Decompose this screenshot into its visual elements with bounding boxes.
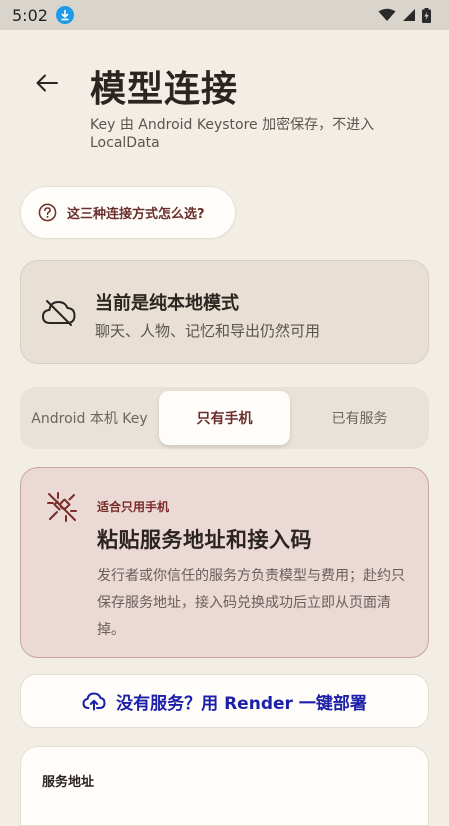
status-left: 5:02	[12, 6, 74, 25]
back-button[interactable]	[24, 60, 70, 106]
tab-android-key[interactable]: Android 本机 Key	[20, 387, 159, 449]
help-circle-icon	[38, 203, 57, 222]
deploy-label: 没有服务？用 Render 一键部署	[116, 693, 367, 714]
page-subtitle: Key 由 Android Keystore 加密保存，不进入 LocalDat…	[90, 117, 375, 151]
option-title: 粘贴服务地址和接入码	[97, 528, 312, 552]
service-address-label: 服务地址	[42, 775, 95, 790]
mode-description: 聊天、人物、记忆和导出仍然可用	[95, 322, 321, 340]
connection-mode-tabs: Android 本机 Key 只有手机 已有服务	[20, 387, 429, 449]
mode-title: 当前是纯本地模式	[95, 293, 239, 314]
page-title: 模型连接	[90, 69, 239, 110]
status-right	[378, 7, 431, 23]
tab-existing-service[interactable]: 已有服务	[290, 387, 429, 449]
phone-only-card: 适合只用手机 粘贴服务地址和接入码 发行者或你信任的服务方负责模型与费用；赴约只…	[20, 467, 429, 658]
option-description: 发行者或你信任的服务方负责模型与费用；赴约只保存服务地址，接入码兑换成功后立即从…	[97, 568, 405, 638]
back-arrow-icon	[36, 74, 58, 92]
cloud-off-icon	[42, 300, 76, 326]
service-address-card: 服务地址	[20, 746, 429, 826]
tab-phone-only[interactable]: 只有手机	[159, 391, 290, 445]
mode-status-card: 当前是纯本地模式 聊天、人物、记忆和导出仍然可用	[20, 260, 429, 364]
signal-icon	[403, 9, 415, 21]
battery-icon	[422, 7, 431, 23]
wifi-icon	[378, 8, 396, 21]
render-deploy-button[interactable]: 没有服务？用 Render 一键部署	[20, 674, 429, 728]
help-chip-label: 这三种连接方式怎么选?	[67, 207, 205, 222]
header: 模型连接 Key 由 Android Keystore 加密保存，不进入 Loc…	[0, 30, 449, 180]
download-icon	[55, 6, 74, 24]
cloud-upload-icon	[82, 692, 106, 711]
help-chip[interactable]: 这三种连接方式怎么选?	[20, 186, 236, 239]
status-bar: 5:02	[0, 0, 449, 30]
unplug-icon	[47, 492, 77, 522]
status-time: 5:02	[12, 5, 48, 25]
option-kicker: 适合只用手机	[97, 500, 170, 514]
